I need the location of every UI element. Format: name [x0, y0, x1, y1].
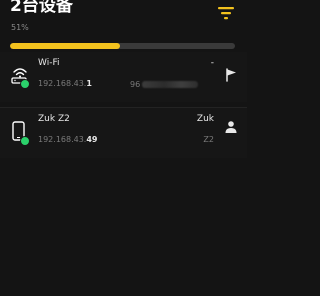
device-list: Wi-Fi 192.168.43.1 96 - Zuk Z2 192.168.4… — [0, 52, 247, 158]
mac-redacted — [142, 81, 199, 88]
device-vendor: Zuk — [196, 114, 214, 124]
header: 2台设备 51% — [0, 0, 247, 58]
filter-icon[interactable] — [218, 6, 234, 20]
page-title: 2台设备 — [10, 0, 73, 16]
device-name: Wi-Fi — [38, 58, 60, 68]
device-model: Z2 — [203, 135, 214, 144]
device-mac: 96 — [130, 80, 199, 89]
online-status-dot — [20, 79, 30, 89]
scan-progress-fill — [10, 43, 121, 49]
device-vendor: - — [210, 58, 214, 68]
device-name: Zuk Z2 — [38, 114, 70, 124]
scan-progress-bar — [10, 43, 235, 49]
online-status-dot — [20, 136, 30, 146]
phone-icon — [9, 120, 31, 146]
flag-icon[interactable] — [224, 68, 238, 82]
device-row-zuk-z2[interactable]: Zuk Z2 192.168.43.49 Zuk Z2 — [0, 107, 247, 158]
device-ip: 192.168.43.1 — [38, 79, 92, 88]
device-ip: 192.168.43.49 — [38, 135, 98, 144]
device-row-wifi[interactable]: Wi-Fi 192.168.43.1 96 - — [0, 52, 247, 102]
progress-percent: 51% — [11, 23, 29, 32]
router-icon — [9, 64, 31, 89]
person-icon[interactable] — [224, 120, 238, 134]
